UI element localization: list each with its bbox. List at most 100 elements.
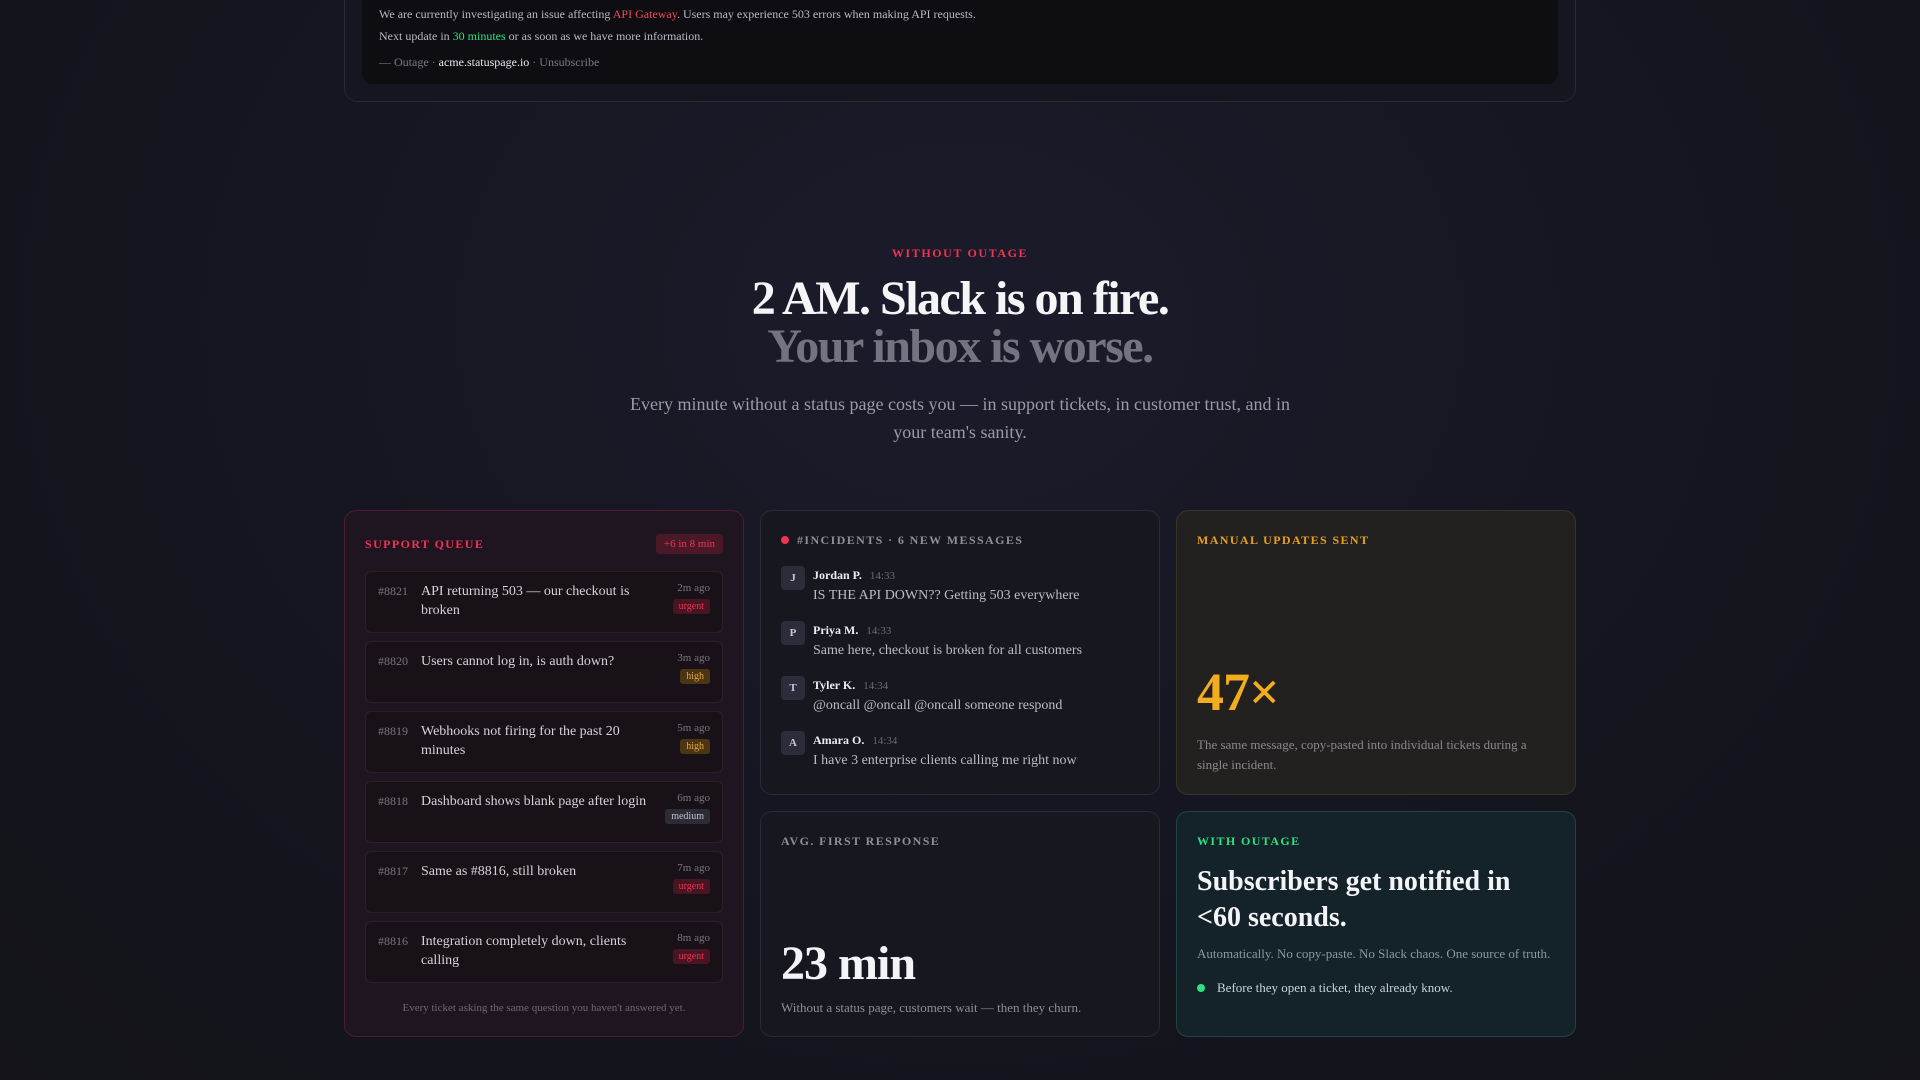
next-update-time: 30 minutes <box>452 29 506 43</box>
ticket-row[interactable]: #8820 Users cannot log in, is auth down?… <box>365 641 723 703</box>
message-text: I have 3 enterprise clients calling me r… <box>813 753 1077 768</box>
section-eyebrow: WITHOUT OUTAGE <box>891 246 1029 260</box>
ticket-age: 7m ago <box>677 862 710 874</box>
email-preview-body: We are currently investigating an issue … <box>362 0 1558 84</box>
email-footer-domain-link[interactable]: acme.statuspage.io <box>439 55 530 69</box>
ticket-age: 3m ago <box>677 652 710 664</box>
incidents-label: #INCIDENTS · 6 NEW MESSAGES <box>797 532 1024 547</box>
headline-line-1: 2 AM. Slack is on fire. <box>751 272 1170 325</box>
message-time: 14:34 <box>872 735 898 747</box>
ticket-row[interactable]: #8816 Integration completely down, clien… <box>365 921 723 983</box>
priority-badge: medium <box>665 809 710 824</box>
ticket-id: #8818 <box>378 794 408 808</box>
avatar: T <box>781 676 805 700</box>
message-body: Amara O. 14:34 I have 3 enterprise client… <box>813 731 1077 769</box>
with-outage-title: Subscribers get notified in <60 seconds. <box>1197 866 1511 933</box>
priority-badge: urgent <box>672 599 710 614</box>
ticket-id: #8820 <box>378 654 408 668</box>
ticket-id: #8821 <box>378 584 408 598</box>
chat-message: A Amara O. 14:34 I have 3 enterprise clie… <box>781 731 1139 769</box>
email-text: or as soon as we have more information. <box>505 29 704 43</box>
email-footer-separator: · <box>529 55 540 69</box>
first-response-label: AVG. FIRST RESPONSE <box>781 834 941 848</box>
email-preview-card: We are currently investigating an issue … <box>344 0 1576 102</box>
manual-updates-value: 47× <box>1197 662 1280 722</box>
message-time: 14:33 <box>866 625 892 637</box>
with-outage-card: WITH OUTAGE Subscribers get notified in … <box>1176 811 1576 1037</box>
ticket-meta: 6m ago medium <box>665 792 710 824</box>
ticket-id: #8819 <box>378 724 408 738</box>
email-text: Next update in <box>379 29 453 43</box>
ticket-meta: 8m ago urgent <box>672 932 710 964</box>
chat-message: T Tyler K. 14:34 @oncall @oncall @oncall … <box>781 676 1139 714</box>
priority-badge: urgent <box>672 949 710 964</box>
ticket-meta: 2m ago urgent <box>672 582 710 614</box>
email-footer: — Outage · acme.statuspage.io · Unsubscr… <box>379 51 1541 73</box>
queue-count-badge: +6 in 8 min <box>655 534 723 554</box>
with-outage-point: Before they open a ticket, they already … <box>1197 980 1555 996</box>
message-time: 14:33 <box>869 570 895 582</box>
message-body: Tyler K. 14:34 @oncall @oncall @oncall so… <box>813 676 1062 714</box>
first-response-card: AVG. FIRST RESPONSE 23 min Without a sta… <box>760 811 1160 1037</box>
message-text: @oncall @oncall @oncall someone respond <box>813 698 1063 713</box>
with-outage-point-text: Before they open a ticket, they already … <box>1217 980 1453 995</box>
email-text: We are currently investigating an issue … <box>379 7 613 21</box>
first-response-desc: Without a status page, customers wait — … <box>781 1000 1082 1015</box>
section-headline: 2 AM. Slack is on fire. Your inbox is wo… <box>0 275 1920 371</box>
message-text: IS THE API DOWN?? Getting 503 everywhere <box>813 588 1080 603</box>
avatar: A <box>781 731 805 755</box>
ticket-age: 2m ago <box>677 582 710 594</box>
message-author: Amara O. <box>813 733 865 747</box>
ticket-list: #8821 API returning 503 — our checkout i… <box>365 571 723 983</box>
manual-updates-label: MANUAL UPDATES SENT <box>1197 533 1370 547</box>
chat-message: J Jordan P. 14:33 IS THE API DOWN?? Getti… <box>781 566 1139 604</box>
manual-updates-desc: The same message, copy-pasted into indiv… <box>1197 737 1527 772</box>
check-dot-icon <box>1197 984 1205 992</box>
ticket-row[interactable]: #8819 Webhooks not firing for the past 2… <box>365 711 723 773</box>
manual-updates-card: MANUAL UPDATES SENT 47× The same message… <box>1176 510 1576 795</box>
ticket-title: Users cannot log in, is auth down? <box>421 654 615 669</box>
with-outage-label: WITH OUTAGE <box>1197 834 1301 848</box>
message-time: 14:34 <box>863 680 889 692</box>
avatar: J <box>781 566 805 590</box>
email-line-2: Next update in 30 minutes or as soon as … <box>379 25 1541 47</box>
ticket-meta: 3m ago high <box>677 652 710 684</box>
email-footer-brand: — Outage · <box>379 55 439 69</box>
support-queue-header: SUPPORT QUEUE +6 in 8 min <box>365 531 723 557</box>
section-subtitle: Every minute without a status page costs… <box>630 394 1290 442</box>
incidents-channel-card: #INCIDENTS · 6 NEW MESSAGES J Jordan P. 1… <box>760 510 1160 795</box>
message-text: Same here, checkout is broken for all cu… <box>813 643 1083 658</box>
avatar: P <box>781 621 805 645</box>
support-queue-footnote: Every ticket asking the same question yo… <box>402 1002 686 1014</box>
email-line-1: We are currently investigating an issue … <box>379 3 1541 25</box>
message-body: Priya M. 14:33 Same here, checkout is bro… <box>813 621 1082 659</box>
email-text: . Users may experience 503 errors when m… <box>676 7 976 21</box>
ticket-age: 6m ago <box>677 792 710 804</box>
ticket-title: Dashboard shows blank page after login <box>421 794 647 809</box>
message-author: Jordan P. <box>813 568 862 582</box>
priority-badge: high <box>680 739 710 754</box>
ticket-row[interactable]: #8817 Same as #8816, still broken 7m ago… <box>365 851 723 913</box>
ticket-age: 5m ago <box>677 722 710 734</box>
live-dot-icon <box>781 536 789 544</box>
with-outage-desc: Automatically. No copy-paste. No Slack c… <box>1197 946 1551 961</box>
headline-line-2: Your inbox is worse. <box>767 320 1154 373</box>
first-response-value: 23 min <box>781 937 916 990</box>
message-author: Priya M. <box>813 623 859 637</box>
message-author: Tyler K. <box>813 678 856 692</box>
priority-badge: high <box>680 669 710 684</box>
ticket-meta: 7m ago urgent <box>672 862 710 894</box>
unsubscribe-link[interactable]: Unsubscribe <box>539 55 599 69</box>
ticket-row[interactable]: #8818 Dashboard shows blank page after l… <box>365 781 723 843</box>
ticket-id: #8817 <box>378 864 408 878</box>
ticket-age: 8m ago <box>677 932 710 944</box>
ticket-meta: 5m ago high <box>677 722 710 754</box>
ticket-id: #8816 <box>378 934 408 948</box>
incidents-header: #INCIDENTS · 6 NEW MESSAGES <box>781 531 1139 549</box>
chat-message: P Priya M. 14:33 Same here, checkout is b… <box>781 621 1139 659</box>
ticket-row[interactable]: #8821 API returning 503 — our checkout i… <box>365 571 723 633</box>
priority-badge: urgent <box>672 879 710 894</box>
ticket-title: API returning 503 — our checkout is brok… <box>421 584 630 618</box>
message-body: Jordan P. 14:33 IS THE API DOWN?? Getting… <box>813 566 1079 604</box>
ticket-title: Webhooks not firing for the past 20 minu… <box>421 724 620 758</box>
